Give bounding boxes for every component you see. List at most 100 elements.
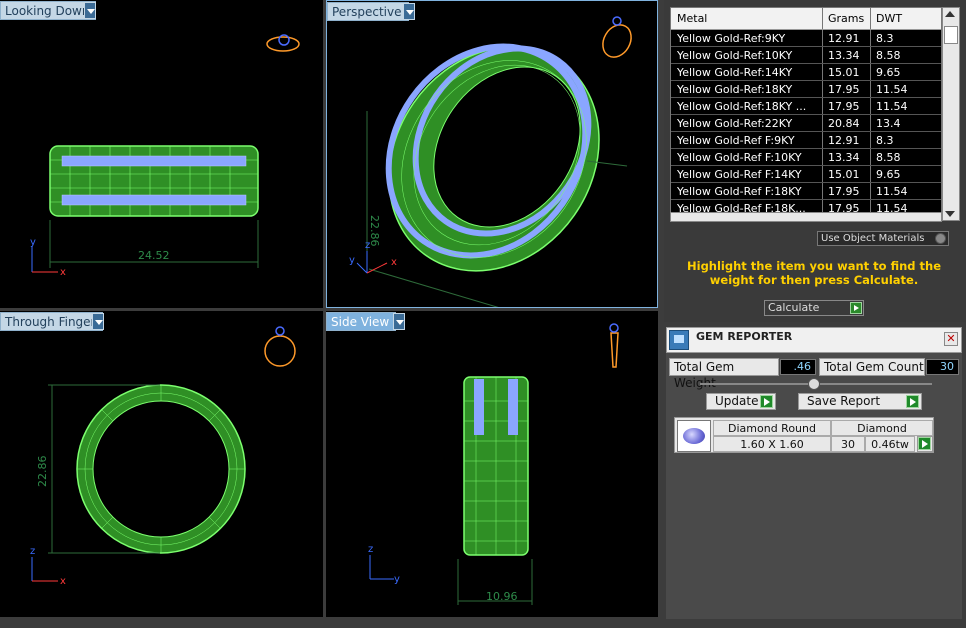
- viewport-dropdown-icon[interactable]: [403, 3, 415, 20]
- cell-dwt: 11.54: [876, 185, 908, 198]
- svg-text:z: z: [368, 544, 373, 555]
- table-header: Metal Grams DWT: [671, 8, 941, 30]
- table-row[interactable]: Yellow Gold-Ref F:9KY 12.91 8.3: [671, 132, 941, 149]
- table-row[interactable]: Yellow Gold-Ref:10KY 13.34 8.58: [671, 47, 941, 64]
- cell-metal: Yellow Gold-Ref:9KY: [671, 30, 823, 46]
- total-gem-count-value: 30: [926, 359, 959, 375]
- cell-metal: Yellow Gold-Ref F:9KY: [671, 132, 823, 148]
- cell-metal: Yellow Gold-Ref F:14KY: [671, 166, 823, 182]
- svg-text:x: x: [391, 257, 397, 268]
- cell-dwt: 8.3: [876, 32, 894, 45]
- total-gem-weight-label: Total Gem Weight: [669, 358, 779, 390]
- save-report-button[interactable]: Save Report: [798, 393, 922, 410]
- table-h-scrollbar[interactable]: [670, 212, 942, 222]
- cell-dwt: 13.4: [876, 117, 901, 130]
- slider-knob[interactable]: [808, 378, 820, 390]
- viewport-through-finger[interactable]: 22.86 z x Through Finger: [0, 311, 323, 617]
- table-scrollbar[interactable]: [942, 7, 960, 221]
- cell-grams: 12.91: [823, 132, 871, 148]
- gem-list-item[interactable]: Diamond Round 1.60 X 1.60 Diamond 30 0.4…: [674, 417, 934, 453]
- calculate-button[interactable]: Calculate: [764, 300, 864, 316]
- calculate-hint: Highlight the item you want to find the …: [687, 259, 941, 287]
- ring-top-view: 24.52 y x: [30, 34, 300, 278]
- ring-orientation-icon: [264, 326, 296, 367]
- svg-text:y: y: [349, 255, 355, 266]
- diamond-round-icon: [677, 420, 711, 452]
- cell-grams: 15.01: [823, 64, 871, 80]
- cell-dwt: 11.54: [876, 83, 908, 96]
- viewport-title: Perspective: [327, 2, 409, 21]
- cell-dwt: 8.58: [876, 151, 901, 164]
- table-row[interactable]: Yellow Gold-Ref:9KY 12.91 8.3: [671, 30, 941, 47]
- scroll-thumb[interactable]: [944, 26, 958, 44]
- table-row[interactable]: Yellow Gold-Ref:18KY 17.95 11.54: [671, 81, 941, 98]
- table-row[interactable]: Yellow Gold-Ref F:10KY 13.34 8.58: [671, 149, 941, 166]
- cell-grams: 12.91: [823, 30, 871, 46]
- viewport-dropdown-icon[interactable]: [393, 313, 405, 330]
- cell-dwt: 9.65: [876, 66, 901, 79]
- cell-grams: 17.95: [823, 98, 871, 114]
- cell-metal: Yellow Gold-Ref F:18KY: [671, 183, 823, 199]
- viewport-looking-down[interactable]: 24.52 y x Looking Down: [0, 0, 323, 308]
- cell-dwt: 8.58: [876, 49, 901, 62]
- cell-metal: Yellow Gold-Ref:18KY ...: [671, 98, 823, 114]
- viewport-title: Looking Down: [0, 1, 97, 20]
- cell-grams: 15.01: [823, 166, 871, 182]
- viewport-perspective[interactable]: 22.86 z y x Perspective: [326, 0, 658, 308]
- cell-metal: Yellow Gold-Ref:14KY: [671, 64, 823, 80]
- cell-grams: 17.95: [823, 81, 871, 97]
- gem-slider[interactable]: [700, 378, 932, 390]
- play-icon: [850, 302, 862, 314]
- ring-side-view: 10.96 z y: [368, 323, 619, 605]
- metal-table[interactable]: Metal Grams DWT Yellow Gold-Ref:9KY 12.91…: [670, 7, 942, 221]
- gem-type: Diamond: [831, 420, 933, 436]
- total-gem-count-label: Total Gem Count: [819, 358, 925, 376]
- viewport-dropdown-icon[interactable]: [92, 313, 104, 330]
- cell-dwt: 11.54: [876, 100, 908, 113]
- scroll-up-icon[interactable]: [945, 11, 955, 17]
- table-row[interactable]: Yellow Gold-Ref F:14KY 15.01 9.65: [671, 166, 941, 183]
- scroll-down-icon[interactable]: [945, 211, 955, 217]
- gem-count: 30: [831, 436, 865, 452]
- gem-reporter-icon: [669, 330, 689, 350]
- total-gem-weight-value: .46: [780, 359, 816, 375]
- ring-perspective-view: 22.86 z y x: [349, 16, 632, 307]
- table-row[interactable]: Yellow Gold-Ref:18KY ... 17.95 11.54: [671, 98, 941, 115]
- viewport-dropdown-icon[interactable]: [84, 2, 96, 19]
- ring-orientation-icon: [602, 16, 632, 58]
- play-icon: [760, 395, 773, 408]
- use-object-materials-toggle[interactable]: Use Object Materials: [817, 231, 949, 246]
- dimension-label: 24.52: [138, 249, 170, 262]
- table-row[interactable]: Yellow Gold-Ref:14KY 15.01 9.65: [671, 64, 941, 81]
- gem-size: 1.60 X 1.60: [713, 436, 831, 452]
- viewport-side-view[interactable]: 10.96 z y Side View: [326, 311, 658, 617]
- ring-orientation-icon: [266, 34, 300, 52]
- svg-text:x: x: [60, 267, 66, 278]
- svg-text:10.96: 10.96: [486, 590, 518, 603]
- table-row[interactable]: Yellow Gold-Ref F:18KY 17.95 11.54: [671, 183, 941, 200]
- gem-reporter-title: GEM REPORTER: [696, 330, 793, 343]
- gem-detail-button[interactable]: [917, 436, 933, 452]
- cell-grams: 17.95: [823, 183, 871, 199]
- svg-text:y: y: [394, 574, 400, 585]
- svg-text:22.86: 22.86: [36, 456, 49, 488]
- cell-metal: Yellow Gold-Ref:22KY: [671, 115, 823, 131]
- toggle-icon: [935, 233, 946, 244]
- svg-text:z: z: [365, 240, 370, 251]
- svg-text:x: x: [60, 576, 66, 587]
- viewport-title: Through Finger: [0, 312, 103, 331]
- ring-front-view: 22.86 z x: [30, 326, 296, 587]
- cell-grams: 13.34: [823, 149, 871, 165]
- update-button[interactable]: Update: [706, 393, 776, 410]
- gem-weight: 0.46tw: [865, 436, 915, 452]
- play-icon: [906, 395, 919, 408]
- table-row[interactable]: Yellow Gold-Ref:22KY 20.84 13.4: [671, 115, 941, 132]
- ring-orientation-icon: [609, 323, 619, 368]
- close-icon[interactable]: ✕: [944, 332, 958, 346]
- play-icon: [918, 437, 931, 450]
- cell-grams: 20.84: [823, 115, 871, 131]
- cell-metal: Yellow Gold-Ref:18KY: [671, 81, 823, 97]
- cell-metal: Yellow Gold-Ref F:10KY: [671, 149, 823, 165]
- gem-reporter-header: GEM REPORTER ✕: [666, 327, 962, 353]
- viewport-title: Side View: [326, 312, 397, 331]
